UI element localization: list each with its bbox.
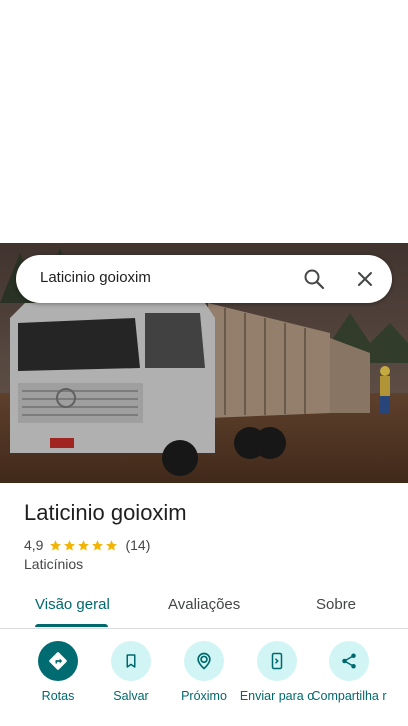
review-count: (14) — [125, 537, 151, 553]
share-button[interactable]: Compartilha r — [309, 640, 389, 704]
send-to-phone-button[interactable]: Enviar para o — [237, 640, 317, 704]
nearby-button[interactable]: Próximo — [164, 640, 244, 704]
directions-button[interactable]: Rotas — [18, 640, 98, 704]
send-to-phone-label: Enviar para o — [239, 689, 315, 703]
share-icon — [342, 653, 356, 669]
star-icon — [92, 539, 104, 551]
active-tab-indicator — [35, 624, 108, 627]
map-blank-area — [0, 0, 408, 243]
star-icon — [64, 539, 76, 551]
bookmark-icon — [126, 654, 136, 668]
directions-label: Rotas — [41, 689, 75, 703]
save-label: Salvar — [113, 689, 149, 703]
star-rating — [49, 539, 119, 552]
star-icon — [50, 539, 62, 551]
close-icon[interactable] — [353, 267, 377, 291]
rating-row[interactable]: 4,9 (14) — [24, 536, 150, 554]
star-icon — [78, 539, 90, 551]
tab-bar: Visão geral Avaliações Sobre — [0, 586, 408, 629]
place-category: Laticínios — [24, 556, 84, 572]
tab-about[interactable]: Sobre — [316, 596, 356, 613]
send-to-phone-icon — [271, 652, 283, 670]
place-title: Laticinio goioxim — [24, 500, 187, 525]
search-input[interactable]: Laticinio goioxim — [40, 269, 151, 286]
tab-reviews[interactable]: Avaliações — [168, 596, 240, 613]
nearby-icon — [197, 652, 211, 670]
save-button[interactable]: Salvar — [91, 640, 171, 704]
action-bar: Rotas Salvar Próximo Enviar para o Compa… — [0, 640, 408, 726]
directions-icon — [49, 652, 67, 670]
rating-value: 4,9 — [24, 537, 44, 553]
nearby-label: Próximo — [181, 689, 227, 703]
tab-overview[interactable]: Visão geral — [35, 596, 110, 613]
share-label: Compartilha r — [311, 689, 387, 703]
star-icon — [106, 539, 118, 551]
search-icon[interactable] — [302, 267, 326, 291]
search-bar[interactable]: Laticinio goioxim — [16, 255, 392, 303]
